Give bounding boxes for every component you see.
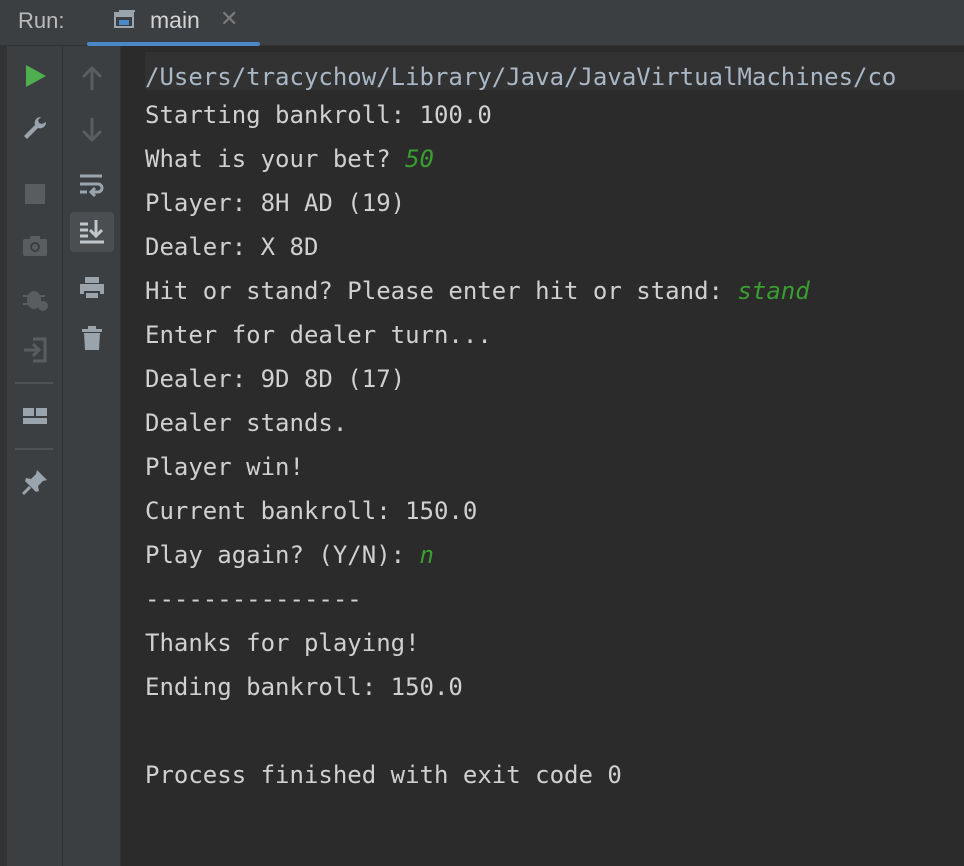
toolbar-separator — [15, 382, 53, 384]
pin-tab-button[interactable] — [13, 462, 57, 502]
console-line: Player: 8H AD (19) — [145, 181, 405, 225]
console-line-text: Thanks for playing! — [145, 629, 420, 657]
stop-button[interactable] — [13, 174, 57, 214]
tab-main[interactable]: main ✕ — [87, 0, 260, 46]
console-toolbar — [63, 46, 121, 866]
console-line-text: Current bankroll: 150.0 — [145, 497, 478, 525]
previous-occurrence-button[interactable] — [70, 58, 114, 98]
attach-button[interactable] — [13, 330, 57, 370]
wrench-icon — [24, 116, 47, 139]
console-line-text: Starting bankroll: 100.0 — [145, 101, 492, 129]
restore-layout-button[interactable] — [13, 396, 57, 436]
console-line: What is your bet? 50 — [145, 137, 434, 181]
tab-title: main — [150, 7, 200, 33]
debug-icon — [23, 291, 48, 311]
console-line-text: Player: 8H AD (19) — [145, 189, 406, 217]
stop-icon — [25, 184, 45, 204]
console-line-text: Dealer: X 8D — [145, 233, 319, 261]
scroll-to-end-button[interactable] — [70, 212, 114, 252]
toolbar-separator — [15, 448, 53, 450]
layout-icon — [23, 408, 47, 424]
next-occurrence-button[interactable] — [70, 110, 114, 150]
pin-icon — [21, 470, 47, 496]
close-icon[interactable]: ✕ — [220, 6, 238, 32]
console-line: Ending bankroll: 150.0 — [145, 665, 463, 709]
console-line: Enter for dealer turn... — [145, 313, 492, 357]
console-line-text: Enter for dealer turn... — [145, 321, 492, 349]
run-icon — [26, 65, 46, 87]
console-line: Hit or stand? Please enter hit or stand:… — [145, 269, 810, 313]
console-output[interactable]: /Users/tracychow/Library/Java/JavaVirtua… — [121, 46, 964, 866]
console-line: Play again? (Y/N): n — [145, 533, 434, 577]
console-line: --------------- — [145, 577, 362, 621]
dump-threads-button[interactable] — [13, 226, 57, 266]
console-line-text: Dealer stands. — [145, 409, 348, 437]
console-line-text: Hit or stand? Please enter hit or stand: — [145, 277, 738, 305]
camera-icon — [23, 236, 47, 256]
console-line-text: --------------- — [145, 585, 362, 613]
console-line: Current bankroll: 150.0 — [145, 489, 477, 533]
run-toolbar — [7, 46, 63, 866]
edit-configuration-button[interactable] — [13, 108, 57, 148]
console-line-text: Play again? (Y/N): — [145, 541, 420, 569]
console-line-text: Dealer: 9D 8D (17) — [145, 365, 406, 393]
arrow-up-icon — [81, 65, 103, 90]
soft-wrap-button[interactable] — [70, 164, 114, 204]
console-line: Player win! — [145, 445, 304, 489]
debug-button[interactable] — [13, 278, 57, 318]
clear-all-button[interactable] — [70, 318, 114, 358]
console-line: Dealer: 9D 8D (17) — [145, 357, 405, 401]
run-panel-header: Run: main ✕ — [0, 0, 964, 46]
console-line-text: Process finished with exit code 0 — [145, 761, 622, 789]
user-input-text: stand — [737, 277, 810, 305]
console-line-text: Ending bankroll: 150.0 — [145, 673, 463, 701]
login-icon — [24, 337, 47, 363]
arrow-down-icon — [81, 118, 103, 143]
console-window-icon — [113, 9, 135, 31]
rerun-button[interactable] — [13, 56, 57, 96]
trash-icon — [82, 326, 102, 350]
console-line: Thanks for playing! — [145, 621, 420, 665]
soft-wrap-icon — [80, 174, 104, 198]
window-edge — [0, 46, 7, 866]
console-line-text: What is your bet? — [145, 145, 406, 173]
console-line: Starting bankroll: 100.0 — [145, 93, 492, 137]
run-label: Run: — [18, 8, 65, 33]
console-line: Dealer: X 8D — [145, 225, 318, 269]
user-input-text: n — [419, 541, 434, 569]
print-button[interactable] — [70, 268, 114, 308]
console-line-text: Player win! — [145, 453, 304, 481]
java-command-line: /Users/tracychow/Library/Java/JavaVirtua… — [145, 52, 964, 91]
console-line: Dealer stands. — [145, 401, 347, 445]
user-input-text: 50 — [405, 145, 434, 173]
console-line: Process finished with exit code 0 — [145, 753, 622, 797]
print-icon — [80, 277, 104, 300]
scroll-to-end-icon — [80, 220, 104, 244]
